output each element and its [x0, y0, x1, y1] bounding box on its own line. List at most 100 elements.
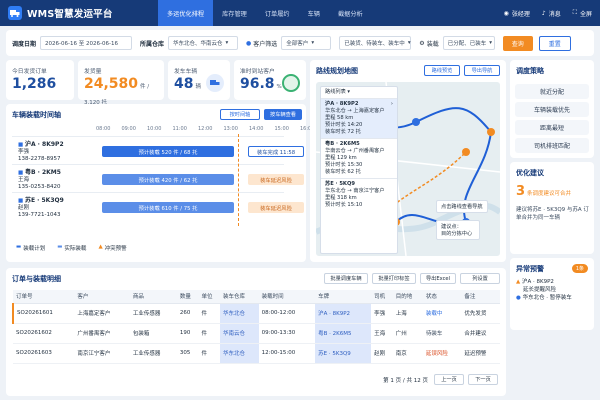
load-select[interactable]: 已分配、已装车 ▾: [442, 36, 495, 50]
warehouse-select[interactable]: 华东北仓、华南云仓 ▾: [168, 36, 239, 50]
timeline-panel: 车辆装载时间轴 按时间轴 按车辆查看 08:00 09:00 10:00 11:00 1…: [6, 104, 314, 262]
export-nav-button[interactable]: 导出导航: [464, 65, 500, 76]
suggestion-count: 3: [516, 184, 526, 199]
table-cell: SO20261602: [13, 323, 75, 344]
column-header[interactable]: 目的地: [392, 290, 423, 304]
batch-print-button[interactable]: 批量打印标签: [372, 273, 416, 284]
strategy-shortest[interactable]: 距离最短: [515, 120, 589, 135]
user-menu[interactable]: ◉ 张经理: [504, 9, 530, 18]
ontime-ring-icon: [282, 74, 300, 92]
time-tick: 14:00: [249, 126, 264, 132]
bell-icon: ♪: [541, 9, 546, 17]
suggestion-count-text: 条调度建议可合并: [527, 191, 572, 197]
query-button[interactable]: 查询: [502, 35, 533, 51]
load-value: 已分配、已装车: [447, 41, 487, 47]
route-preview-button[interactable]: 路线预览: [424, 65, 460, 76]
status-value: 已装货、待装车、装车中: [344, 41, 405, 47]
export-excel-button[interactable]: 导出Excel: [420, 273, 456, 284]
messages-button[interactable]: ♪ 消息: [542, 9, 561, 18]
legend-item: 冲突预警: [104, 246, 127, 252]
table-cell: 12:00-15:00: [258, 343, 316, 364]
date-range-picker[interactable]: 2026-06-16 至 2026-06-16: [40, 36, 133, 50]
column-header[interactable]: 备注: [461, 290, 500, 304]
nav-inventory[interactable]: 库存管理: [213, 0, 256, 26]
table-cell: 09:00-13:30: [258, 323, 316, 344]
alert-text: 延长提醒风险: [523, 287, 557, 293]
strategy-load-first[interactable]: 车辆装载优先: [515, 102, 589, 117]
route-item[interactable]: 沪A · 8K9P2 › 华东北仓 → 上海嘉定客户 里程 58 km 预计时长 14…: [321, 99, 397, 138]
table-row[interactable]: SO20261602 广州番禺客户 包装箱 190 件华南云仓 09:00-13:30 粤B…: [13, 323, 500, 344]
vehicle-view-button[interactable]: 按车辆查看: [264, 109, 302, 120]
column-header[interactable]: 装车仓库: [220, 290, 259, 304]
column-header[interactable]: 客户: [74, 290, 130, 304]
strategy-nearest[interactable]: 就近分配: [515, 84, 589, 99]
route-item[interactable]: 粤B · 2K6M5 华南云仓 → 广州番禺客户 里程 129 km 预计时长 15…: [321, 138, 397, 178]
batch-dispatch-button[interactable]: 批量调度车辆: [324, 273, 368, 284]
load-label: 装载: [426, 40, 439, 48]
prev-page-button[interactable]: 上一页: [434, 374, 464, 385]
column-settings-button[interactable]: 列设置: [460, 273, 500, 284]
vehicle-plate: 苏E · 5K3Q9: [24, 197, 64, 204]
route-line: 华南云仓 → 广州番禺客户: [325, 148, 385, 154]
column-header[interactable]: 车牌: [315, 290, 372, 304]
next-page-button[interactable]: 下一页: [468, 374, 498, 385]
route-line: 装车时长 72 托: [325, 129, 361, 135]
table-cell: 190: [176, 323, 199, 344]
column-header[interactable]: 状态: [422, 290, 462, 304]
timeline-view-button[interactable]: 按时间轴: [220, 109, 260, 120]
table-cell: 粤B · 2K6M5: [315, 323, 372, 344]
table-cell: 广州番禺客户: [74, 323, 130, 344]
alert-item[interactable]: ▲ 沪A · 8K9P2 延长提醒风险 ● 华东北仓 · 暂停装车: [516, 278, 588, 302]
table-cell: 华东北仓: [220, 303, 259, 324]
kpi-unit: %: [276, 84, 282, 90]
table-cell: 华东北仓: [220, 343, 259, 364]
driver-name: 王海: [18, 177, 30, 183]
column-header[interactable]: 单位: [198, 290, 221, 304]
timeline-row[interactable]: ■ 粤B · 2KM5 王海 135-0253-8420 预计装载 420 件 / …: [12, 164, 304, 192]
table-cell: 件: [198, 303, 221, 324]
app-logo[interactable]: WMS智慧发运平台: [8, 6, 158, 20]
column-header[interactable]: 商品: [129, 290, 177, 304]
column-header[interactable]: 司机: [371, 290, 393, 304]
load-plan-bar[interactable]: 预计装载 610 件 / 75 托: [102, 202, 234, 213]
time-tick: 08:00: [96, 126, 111, 132]
kpi-number: 96.8: [240, 76, 275, 92]
table-cell: 件: [198, 343, 221, 364]
table-cell: 装载中: [422, 303, 462, 324]
load-plan-bar[interactable]: 预计装载 520 件 / 68 托: [102, 146, 234, 157]
route-line: 里程 58 km: [325, 115, 354, 121]
nav-vehicles[interactable]: 车辆: [299, 0, 329, 26]
status-select[interactable]: 已装货、待装车、装车中 ▾: [339, 36, 412, 50]
route-list-header[interactable]: 路线列表 ▾: [321, 87, 397, 99]
suggestion-desc[interactable]: 建议将苏E · 5K3Q9 与苏A 订单合并为同一车辆: [516, 206, 590, 222]
load-plan-bar[interactable]: 预计装载 420 件 / 62 托: [102, 174, 234, 185]
timeline-row[interactable]: ■ 苏E · 5K3Q9 赵刚 139-7721-1043 预计装载 610 件 /…: [12, 192, 304, 220]
customer-select[interactable]: 全部客户 ▾: [281, 36, 332, 50]
route-line: 里程 318 km: [325, 195, 357, 201]
route-line: 华东北仓 → 南京江宁客户: [325, 188, 385, 194]
fullscreen-button[interactable]: ⛶ 全屏: [573, 9, 592, 18]
chevron-down-icon: ▾: [407, 40, 411, 46]
column-header[interactable]: 装载时间: [258, 290, 316, 304]
route-item[interactable]: 苏E · 5KQ9 华东北仓 → 南京江宁客户 里程 318 km 预计时长 15:…: [321, 178, 397, 211]
fullscreen-label: 全屏: [579, 10, 592, 18]
time-tick: 09:00: [121, 126, 136, 132]
chevron-down-icon: ▾: [311, 40, 315, 46]
table-cell: 上海: [392, 303, 423, 324]
table-row[interactable]: SO20261603 南京江宁客户 工业传感器 305 件华东北仓 12:00-15:00…: [13, 343, 500, 364]
table-cell: 合并建议: [461, 323, 500, 344]
nav-analytics[interactable]: 截据分析: [329, 0, 372, 26]
table-cell: 工业传感器: [129, 343, 177, 364]
warehouse-value: 华东北仓、华南云仓: [173, 41, 223, 47]
column-header[interactable]: 数量: [176, 290, 199, 304]
kpi-number: 48: [174, 76, 194, 92]
nav-orders[interactable]: 订单履约: [256, 0, 299, 26]
table-row[interactable]: SO20261601 上海嘉定客户 工业传感器 260 件华东北仓 08:00-12:00…: [13, 303, 500, 324]
reset-button[interactable]: 重置: [538, 35, 571, 51]
table-cell: SO20261603: [13, 343, 75, 364]
timeline-row[interactable]: ■ 沪A · 8K9P2 李强 138-2278-8957 预计装载 520 件 /…: [12, 136, 304, 164]
column-header[interactable]: 订单号: [13, 290, 75, 304]
orders-panel: 订单与装载明细 批量调度车辆 批量打印标签 导出Excel 列设置 订单号 客户商…: [6, 268, 506, 396]
strategy-driver-match[interactable]: 司机排班匹配: [515, 138, 589, 153]
nav-dispatch[interactable]: 多运优化排程: [158, 0, 214, 26]
